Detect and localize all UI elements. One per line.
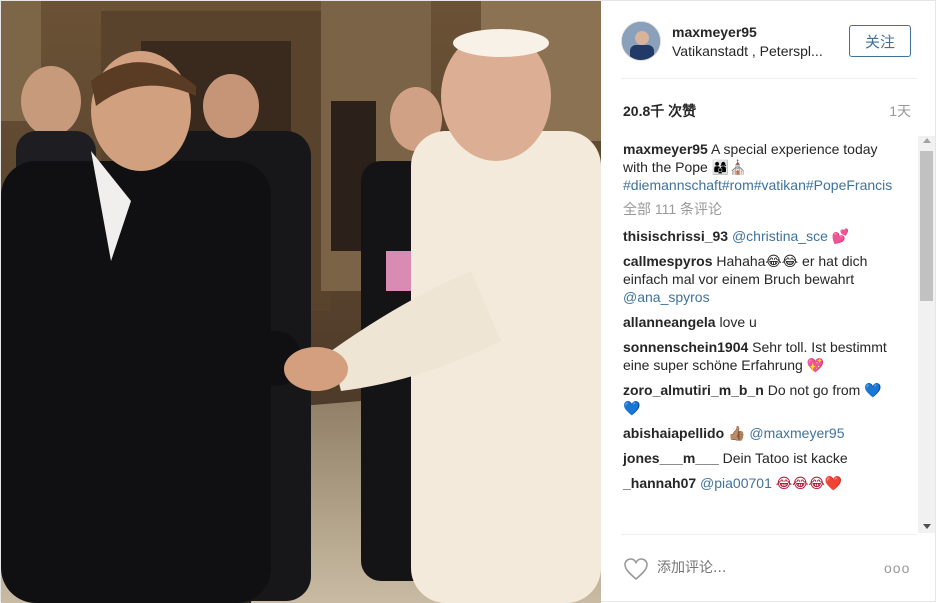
follow-button[interactable]: 关注 <box>849 25 911 57</box>
comment-text: love u <box>719 314 757 330</box>
comment-text: Do not go from <box>767 382 861 398</box>
post-sidebar: maxmeyer95 Vatikanstadt , Peterspl... 关注… <box>601 1 936 603</box>
post-photo[interactable] <box>1 1 601 603</box>
comment-emoji: 😂😂😂❤️ <box>775 475 843 491</box>
scroll-up-arrow[interactable] <box>923 138 931 143</box>
post-location[interactable]: Vatikanstadt , Peterspl... <box>672 43 842 59</box>
comment-emoji: 👍🏽 <box>728 425 746 441</box>
view-all-comments-link[interactable]: 全部 111 条评论 <box>623 200 893 218</box>
heart-icon[interactable] <box>623 557 649 581</box>
comment-username[interactable]: callmespyros <box>623 253 713 269</box>
comment-username[interactable]: allanneangela <box>623 314 716 330</box>
likes-count[interactable]: 20.8千 次赞 <box>623 101 696 121</box>
comment-item: callmespyros Hahaha😂😂 er hat dich einfac… <box>623 252 893 306</box>
scroll-down-arrow[interactable] <box>923 524 931 529</box>
comment-item: abishaiapellido 👍🏽 @maxmeyer95 <box>623 424 893 442</box>
comment-username[interactable]: jones___m___ <box>623 450 719 466</box>
post-footer: ooo <box>621 534 917 602</box>
comment-item: thisischrissi_93 @christina_sce 💕 <box>623 227 893 245</box>
post-time[interactable]: 1天 <box>889 101 911 121</box>
comments-list: maxmeyer95 A special experience today wi… <box>623 140 893 499</box>
comment-username[interactable]: thisischrissi_93 <box>623 228 728 244</box>
comments-scrollbar[interactable] <box>918 136 935 533</box>
add-comment-input[interactable] <box>657 557 857 579</box>
comment-username[interactable]: sonnenschein1904 <box>623 339 748 355</box>
post-caption: maxmeyer95 A special experience today wi… <box>623 140 893 194</box>
comment-username[interactable]: _hannah07 <box>623 475 696 491</box>
comment-mention[interactable]: @christina_sce <box>732 228 828 244</box>
comment-username[interactable]: zoro_almutiri_m_b_n <box>623 382 764 398</box>
comment-mention[interactable]: @pia00701 <box>700 475 772 491</box>
comment-item: allanneangela love u <box>623 313 893 331</box>
comment-username[interactable]: abishaiapellido <box>623 425 724 441</box>
scrollbar-thumb[interactable] <box>920 151 933 301</box>
instagram-post-frame: maxmeyer95 Vatikanstadt , Peterspl... 关注… <box>0 0 936 603</box>
caption-hashtags[interactable]: #diemannschaft#rom#vatikan#PopeFrancis <box>623 177 892 193</box>
user-avatar[interactable] <box>621 21 661 61</box>
comment-item: jones___m___ Dein Tatoo ist kacke <box>623 449 893 467</box>
comment-mention[interactable]: @maxmeyer95 <box>749 425 844 441</box>
comment-emoji: 💕 <box>831 228 850 244</box>
comment-item: zoro_almutiri_m_b_n Do not go from 💙 💙 <box>623 381 893 417</box>
caption-username[interactable]: maxmeyer95 <box>623 141 708 157</box>
comment-mention[interactable]: @ana_spyros <box>623 289 710 305</box>
more-options-icon[interactable]: ooo <box>884 560 910 576</box>
post-header: maxmeyer95 Vatikanstadt , Peterspl... 关注 <box>621 21 917 79</box>
comment-text: Dein Tatoo ist kacke <box>722 450 848 466</box>
comment-emoji: 💖 <box>806 357 825 373</box>
post-username[interactable]: maxmeyer95 <box>672 24 757 40</box>
comment-item: sonnenschein1904 Sehr toll. Ist bestimmt… <box>623 338 893 374</box>
comment-item: _hannah07 @pia00701 😂😂😂❤️ <box>623 474 893 492</box>
